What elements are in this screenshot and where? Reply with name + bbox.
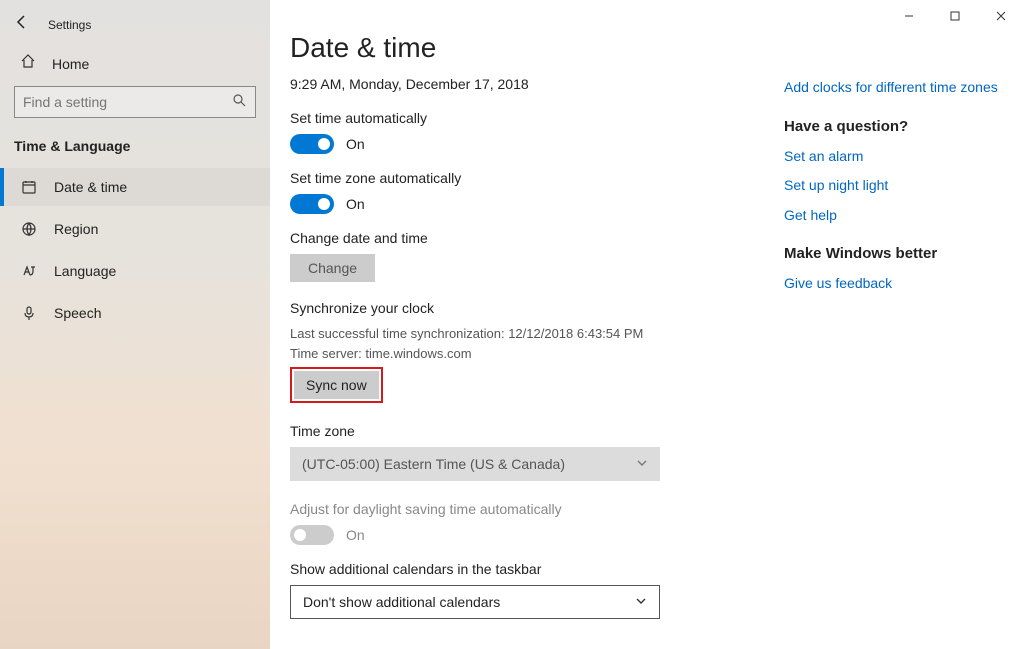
nav-list: Date & time Region Language Speech (0, 168, 270, 332)
set-tz-auto-label: Set time zone automatically (290, 170, 784, 186)
calendars-select[interactable]: Don't show additional calendars (290, 585, 660, 619)
maximize-button[interactable] (932, 0, 978, 32)
home-icon (20, 53, 36, 74)
close-button[interactable] (978, 0, 1024, 32)
calendars-value: Don't show additional calendars (303, 594, 500, 610)
sidebar: Settings Home Time & Language Date & tim… (0, 0, 270, 649)
sync-now-button[interactable]: Sync now (294, 371, 379, 399)
aside: Add clocks for different time zones Have… (784, 32, 1004, 629)
set-tz-auto-toggle[interactable] (290, 194, 334, 214)
main-area: Date & time 9:29 AM, Monday, December 17… (270, 0, 1024, 649)
change-dt-label: Change date and time (290, 230, 784, 246)
nav-item-region[interactable]: Region (0, 210, 270, 248)
set-time-auto-toggle[interactable] (290, 134, 334, 154)
clock-icon (20, 178, 38, 196)
search-box[interactable] (14, 86, 256, 118)
set-tz-auto-row: On (290, 194, 784, 214)
nav-item-speech[interactable]: Speech (0, 294, 270, 332)
content: Date & time 9:29 AM, Monday, December 17… (290, 32, 784, 629)
globe-icon (20, 220, 38, 238)
dst-toggle (290, 525, 334, 545)
sync-now-highlight: Sync now (290, 367, 383, 403)
dst-label: Adjust for daylight saving time automati… (290, 501, 784, 517)
page-title: Date & time (290, 32, 784, 64)
current-datetime: 9:29 AM, Monday, December 17, 2018 (290, 76, 784, 92)
tz-label: Time zone (290, 423, 784, 439)
nav-label: Language (54, 263, 116, 279)
set-time-auto-state: On (346, 136, 365, 152)
sync-last: Last successful time synchronization: 12… (290, 324, 784, 344)
link-night-light[interactable]: Set up night light (784, 176, 1004, 196)
tz-select: (UTC-05:00) Eastern Time (US & Canada) (290, 447, 660, 481)
link-add-clocks[interactable]: Add clocks for different time zones (784, 78, 1004, 98)
nav-item-date-time[interactable]: Date & time (0, 168, 270, 206)
search-wrap (0, 86, 270, 134)
set-tz-auto-state: On (346, 196, 365, 212)
set-time-auto-label: Set time automatically (290, 110, 784, 126)
app-title: Settings (48, 18, 91, 32)
nav-label: Date & time (54, 179, 127, 195)
mic-icon (20, 304, 38, 322)
change-button: Change (290, 254, 375, 282)
back-button[interactable] (14, 14, 30, 35)
tz-value: (UTC-05:00) Eastern Time (US & Canada) (302, 456, 565, 472)
home-label: Home (52, 56, 89, 72)
title-bar-left: Settings (0, 8, 270, 47)
home-nav[interactable]: Home (0, 47, 270, 86)
set-time-auto-row: On (290, 134, 784, 154)
aside-improve-heading: Make Windows better (784, 245, 1004, 262)
sync-heading: Synchronize your clock (290, 300, 784, 316)
sync-server: Time server: time.windows.com (290, 344, 784, 364)
link-set-alarm[interactable]: Set an alarm (784, 147, 1004, 167)
settings-window: Settings Home Time & Language Date & tim… (0, 0, 1024, 649)
search-icon (231, 92, 247, 113)
chevron-down-icon (636, 456, 648, 472)
dst-row: On (290, 525, 784, 545)
language-icon (20, 262, 38, 280)
dst-state: On (346, 527, 365, 543)
window-controls (886, 0, 1024, 32)
aside-question-heading: Have a question? (784, 118, 1004, 135)
link-get-help[interactable]: Get help (784, 206, 1004, 226)
category-title: Time & Language (0, 134, 270, 168)
nav-label: Region (54, 221, 98, 237)
calendars-label: Show additional calendars in the taskbar (290, 561, 784, 577)
nav-label: Speech (54, 305, 101, 321)
link-feedback[interactable]: Give us feedback (784, 274, 1004, 294)
search-input[interactable] (23, 94, 231, 110)
chevron-down-icon (635, 594, 647, 610)
minimize-button[interactable] (886, 0, 932, 32)
nav-item-language[interactable]: Language (0, 252, 270, 290)
